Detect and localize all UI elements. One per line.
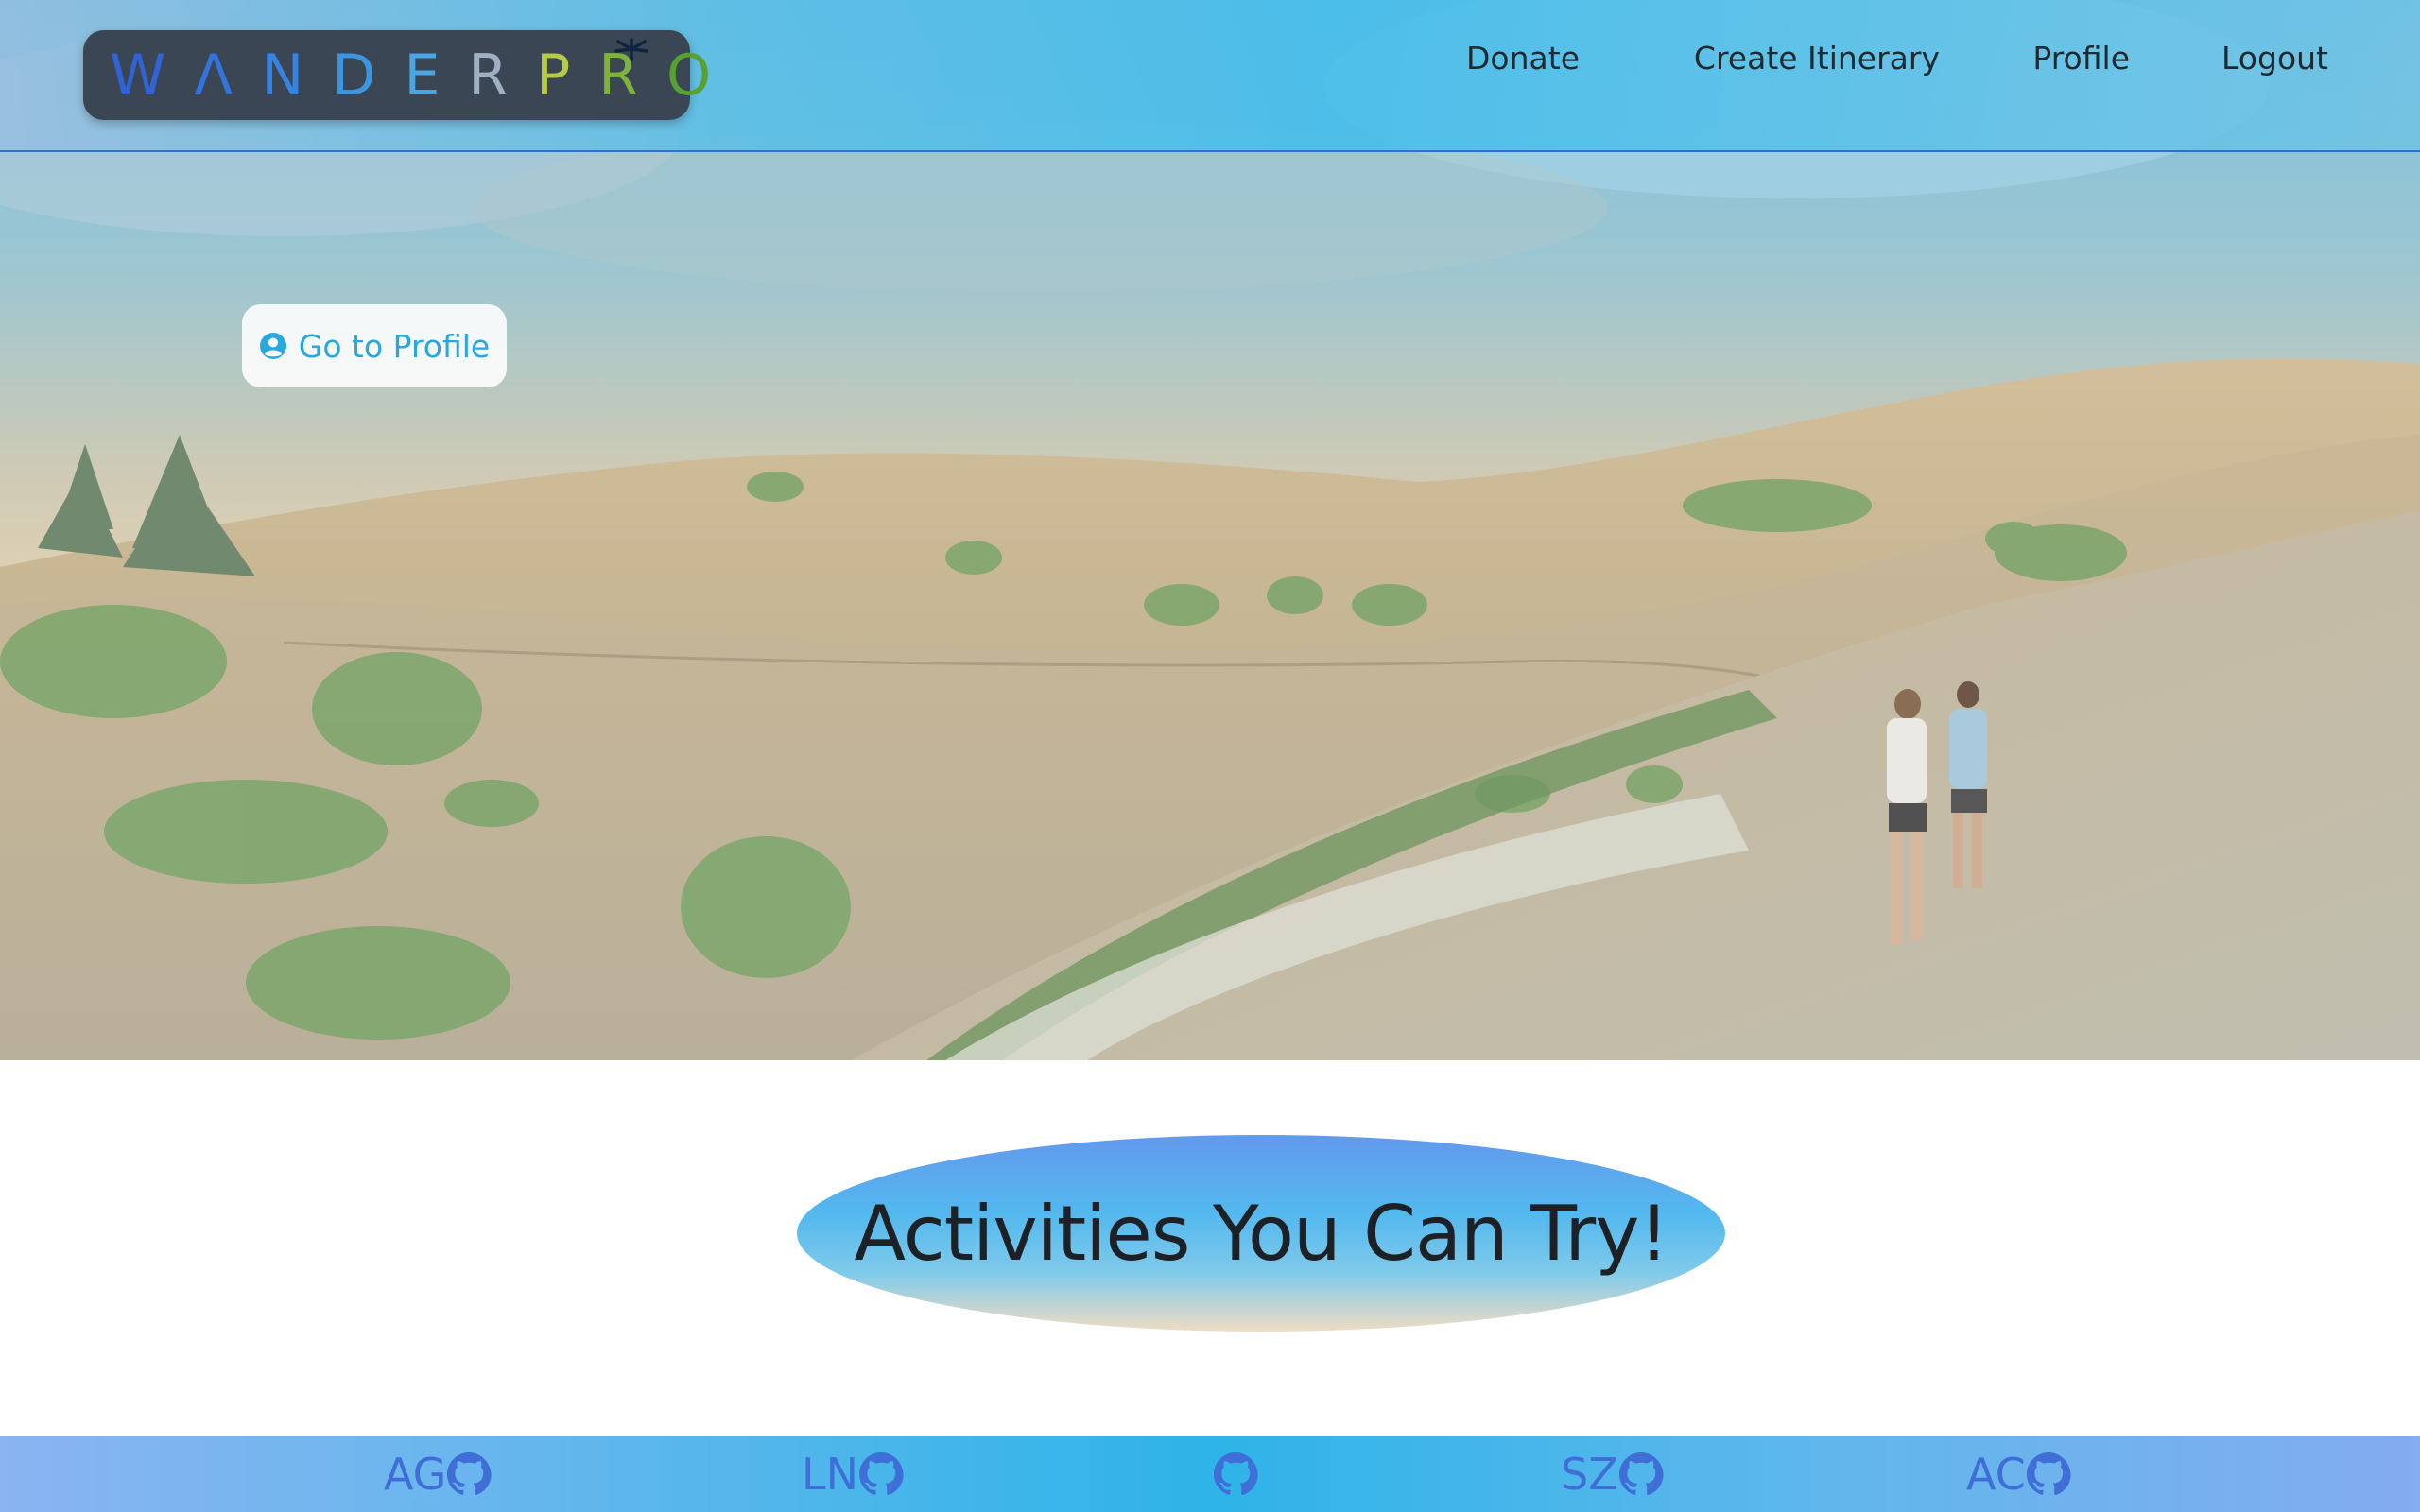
footer-link-ac[interactable]: AC (1966, 1446, 2071, 1503)
logo-letter: D (332, 43, 405, 109)
nav-profile[interactable]: Profile (2032, 40, 2130, 77)
github-icon (1618, 1452, 1664, 1496)
user-circle-icon (259, 333, 286, 359)
logo-letter: Λ (194, 43, 262, 109)
logo-letter: E (404, 43, 469, 109)
activities-title-banner: Activities You Can Try! (797, 1135, 1725, 1332)
nav-create-itinerary[interactable]: Create Itinerary (1694, 40, 1940, 77)
github-icon (447, 1452, 492, 1496)
logo-letter: R (468, 43, 537, 109)
github-icon (1214, 1452, 1258, 1496)
footer-link-ag[interactable]: AG (384, 1446, 492, 1503)
footer-link-label: SZ (1561, 1449, 1618, 1500)
logo-letter: R (598, 43, 666, 109)
footer-link-label: AC (1966, 1449, 2026, 1500)
go-to-profile-button[interactable]: Go to Profile (242, 304, 507, 387)
top-navbar: WΛNDERPRO Donate Create Itinerary Profil… (0, 0, 2420, 152)
github-icon (859, 1452, 904, 1496)
nav-donate[interactable]: Donate (1466, 40, 1580, 77)
footer: AG LN SZ AC (0, 1436, 2420, 1512)
hero-landscape-image (0, 0, 2420, 1060)
logo-wordmark: WΛNDERPRO (110, 45, 739, 106)
go-to-profile-label: Go to Profile (298, 327, 491, 365)
logo-letter: W (110, 43, 195, 109)
footer-link-github[interactable] (1213, 1446, 1258, 1503)
wanderpro-logo[interactable]: WΛNDERPRO (83, 30, 711, 120)
nav-logout[interactable]: Logout (2221, 40, 2328, 77)
footer-link-sz[interactable]: SZ (1561, 1446, 1664, 1503)
footer-link-ln[interactable]: LN (802, 1446, 904, 1503)
logo-letter: N (261, 43, 333, 109)
hero-banner (0, 0, 2420, 1060)
footer-link-label: LN (802, 1449, 859, 1500)
footer-link-label: AG (384, 1449, 447, 1500)
logo-letter: P (536, 43, 599, 109)
logo-letter: O (666, 43, 740, 109)
github-icon (2026, 1452, 2071, 1496)
activities-title: Activities You Can Try! (854, 1189, 1668, 1278)
